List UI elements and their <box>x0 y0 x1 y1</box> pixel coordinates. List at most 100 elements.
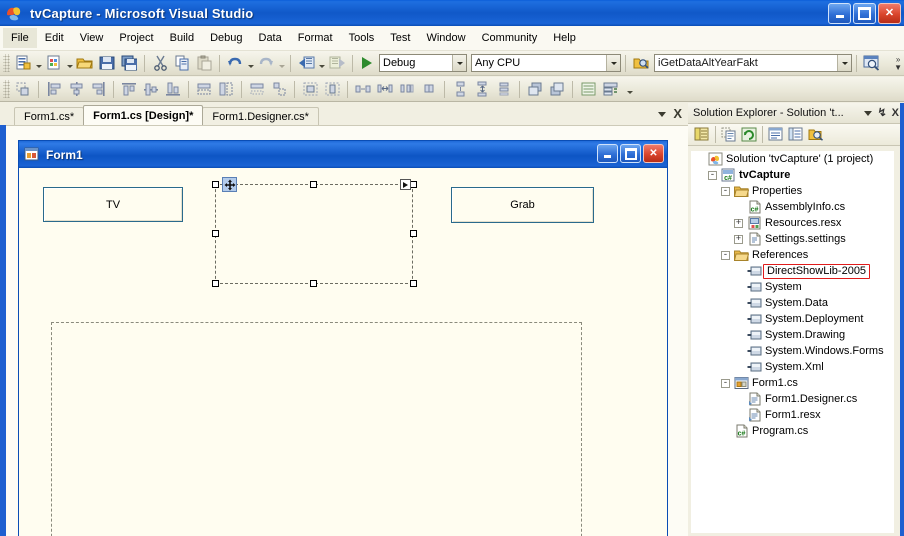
form-close-button[interactable]: ✕ <box>643 144 664 163</box>
tree-item-11[interactable]: System.Drawing <box>691 327 894 343</box>
chevron-down-icon[interactable] <box>658 111 667 117</box>
solution-explorer-tree[interactable]: Solution 'tvCapture' (1 project) - c# tvCap… <box>691 151 894 533</box>
form-designer-surface[interactable]: Form1 ✕ TV Grab <box>6 125 688 536</box>
make-same-height-icon[interactable] <box>215 79 237 100</box>
document-tab-2[interactable]: Form1.Designer.cs* <box>202 107 319 125</box>
undo-dropdown-icon[interactable] <box>246 53 255 74</box>
tree-item-2[interactable]: - Properties <box>691 183 894 199</box>
tree-collapse-icon[interactable]: - <box>721 186 730 196</box>
align-rights-icon[interactable] <box>87 79 109 100</box>
resize-handle-top-right[interactable] <box>410 181 417 188</box>
resize-handle-bottom-center[interactable] <box>310 280 317 287</box>
size-to-grid-icon[interactable] <box>246 79 268 100</box>
resize-handle-top-left[interactable] <box>212 181 219 188</box>
align-tops-icon[interactable] <box>118 79 140 100</box>
decrease-horizontal-spacing-icon[interactable] <box>396 79 418 100</box>
menu-item-format[interactable]: Format <box>290 28 341 48</box>
align-middles-icon[interactable] <box>140 79 162 100</box>
menu-item-data[interactable]: Data <box>251 28 290 48</box>
increase-horizontal-spacing-icon[interactable] <box>374 79 396 100</box>
tree-item-17[interactable]: c# Program.cs <box>691 423 894 439</box>
view-code-icon[interactable] <box>766 125 786 145</box>
undo-icon[interactable] <box>224 53 246 74</box>
move-handle-icon[interactable] <box>222 177 237 192</box>
tree-item-5[interactable]: + Settings.settings <box>691 231 894 247</box>
chevron-down-icon[interactable] <box>837 55 851 71</box>
solution-configuration-combo[interactable]: Debug <box>379 54 467 72</box>
tree-expand-icon[interactable]: + <box>734 218 743 228</box>
redo-dropdown-icon[interactable] <box>277 53 286 74</box>
navigate-forward-icon[interactable] <box>326 53 348 74</box>
resize-handle-bottom-left[interactable] <box>212 280 219 287</box>
chevron-down-icon[interactable] <box>864 110 873 116</box>
menu-item-window[interactable]: Window <box>418 28 473 48</box>
minimize-button[interactable] <box>828 3 851 24</box>
new-project-icon[interactable] <box>12 53 34 74</box>
find-in-files-icon[interactable] <box>630 53 652 74</box>
tree-item-3[interactable]: c# AssemblyInfo.cs <box>691 199 894 215</box>
close-panel-button[interactable]: X <box>892 108 899 119</box>
form-maximize-button[interactable] <box>620 144 641 163</box>
chevron-down-icon[interactable] <box>606 55 620 71</box>
tree-item-13[interactable]: System.Xml <box>691 359 894 375</box>
open-file-icon[interactable] <box>74 53 96 74</box>
resize-handle-top-center[interactable] <box>310 181 317 188</box>
close-button[interactable]: ✕ <box>878 3 901 24</box>
menu-item-build[interactable]: Build <box>162 28 202 48</box>
new-project-dropdown-icon[interactable] <box>34 53 43 74</box>
layout-toolbar-overflow[interactable] <box>625 79 634 100</box>
smart-tag-icon[interactable] <box>400 179 411 190</box>
menu-item-edit[interactable]: Edit <box>37 28 72 48</box>
document-tab-0[interactable]: Form1.cs* <box>14 107 85 125</box>
menu-item-debug[interactable]: Debug <box>202 28 250 48</box>
maximize-button[interactable] <box>853 3 876 24</box>
tree-item-9[interactable]: System.Data <box>691 295 894 311</box>
form-minimize-button[interactable] <box>597 144 618 163</box>
menu-item-tools[interactable]: Tools <box>341 28 383 48</box>
selected-control[interactable] <box>215 184 413 284</box>
grab-button[interactable]: Grab <box>451 187 594 223</box>
align-bottoms-icon[interactable] <box>162 79 184 100</box>
tree-item-1[interactable]: - c# tvCapture <box>691 167 894 183</box>
find-combo[interactable]: iGetDataAltYearFakt <box>654 54 852 72</box>
tree-item-14[interactable]: - Form1.cs <box>691 375 894 391</box>
tree-item-8[interactable]: System <box>691 279 894 295</box>
tree-item-16[interactable]: Form1.resx <box>691 407 894 423</box>
panel-control[interactable] <box>51 322 582 536</box>
menu-item-file[interactable]: File <box>3 28 37 48</box>
properties-icon[interactable] <box>692 125 712 145</box>
center-horizontally-icon[interactable] <box>299 79 321 100</box>
tree-expand-icon[interactable]: + <box>734 234 743 244</box>
tab-order-icon[interactable] <box>577 79 599 100</box>
align-lefts-icon[interactable] <box>43 79 65 100</box>
toolbar-grip[interactable] <box>3 54 10 72</box>
tree-collapse-icon[interactable]: - <box>721 378 730 388</box>
navigate-backward-dropdown-icon[interactable] <box>317 53 326 74</box>
refresh-icon[interactable] <box>739 125 759 145</box>
tv-button[interactable]: TV <box>43 187 183 222</box>
align-centers-icon[interactable] <box>65 79 87 100</box>
tree-item-7[interactable]: DirectShowLib-2005 <box>691 263 894 279</box>
make-horizontal-spacing-equal-icon[interactable] <box>352 79 374 100</box>
cut-icon[interactable] <box>149 53 171 74</box>
align-to-grid-icon[interactable] <box>12 79 34 100</box>
close-document-button[interactable]: X <box>673 107 682 120</box>
send-to-back-icon[interactable] <box>546 79 568 100</box>
center-vertically-icon[interactable] <box>321 79 343 100</box>
increase-vertical-spacing-icon[interactable] <box>471 79 493 100</box>
bring-to-front-icon[interactable] <box>524 79 546 100</box>
start-debug-icon[interactable] <box>357 53 377 74</box>
tree-item-6[interactable]: - References <box>691 247 894 263</box>
object-browser-icon[interactable] <box>861 53 883 74</box>
resize-handle-middle-left[interactable] <box>212 230 219 237</box>
tree-item-0[interactable]: Solution 'tvCapture' (1 project) <box>691 151 894 167</box>
remove-horizontal-spacing-icon[interactable] <box>418 79 440 100</box>
menu-item-view[interactable]: View <box>72 28 112 48</box>
redo-icon[interactable] <box>255 53 277 74</box>
copy-icon[interactable] <box>171 53 193 74</box>
auto-hide-pin-icon[interactable]: ↯ <box>877 108 886 119</box>
resize-handle-bottom-right[interactable] <box>410 280 417 287</box>
property-pages-icon[interactable] <box>806 125 826 145</box>
toolbar-grip[interactable] <box>3 80 10 98</box>
solution-platform-combo[interactable]: Any CPU <box>471 54 621 72</box>
